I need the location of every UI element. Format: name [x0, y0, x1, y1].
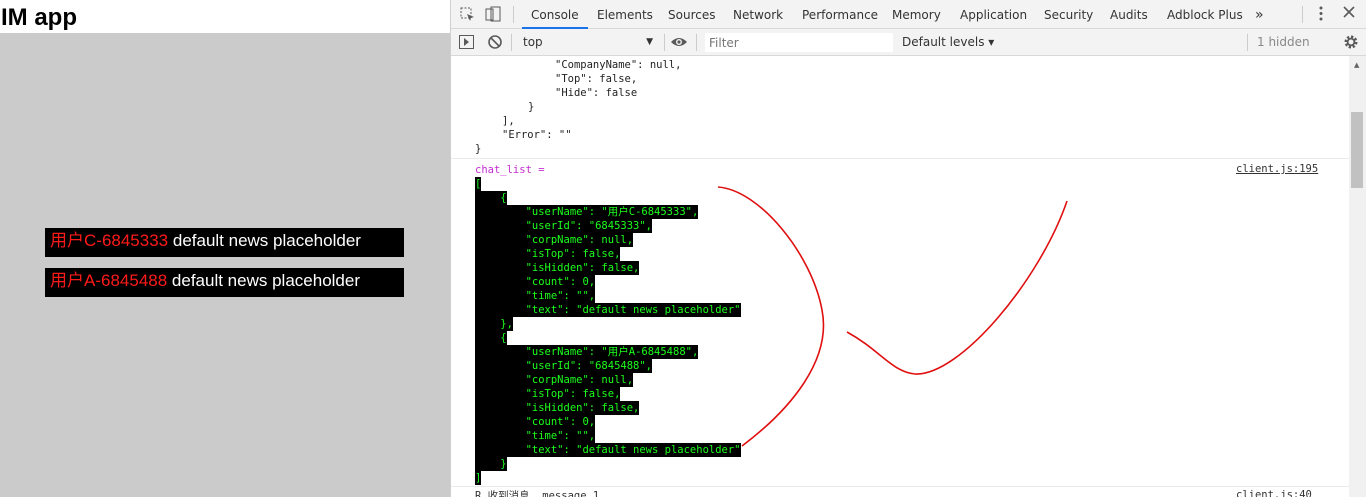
tab-adblock-plus[interactable]: Adblock Plus	[1167, 0, 1243, 29]
filter-input[interactable]	[705, 33, 893, 52]
devtools-tab-bar: Console Elements Sources Network Perform…	[451, 0, 1366, 29]
json-line: "isHidden": false,	[475, 261, 640, 275]
message-divider	[451, 486, 1351, 487]
json-line: "userName": "用户A-6845488",	[475, 345, 699, 359]
source-link[interactable]: client.js:195	[1236, 163, 1318, 175]
json-line: "userName": "用户C-6845333",	[475, 205, 699, 219]
tab-sources[interactable]: Sources	[668, 0, 715, 29]
close-icon[interactable]	[1343, 6, 1355, 22]
app-title: IM app	[0, 0, 450, 33]
tab-audits[interactable]: Audits	[1110, 0, 1148, 29]
toolbar-divider	[511, 34, 512, 51]
source-link[interactable]: client.js:40	[1236, 489, 1312, 497]
chat-message: default news placeholder	[171, 271, 360, 290]
device-toolbar-icon[interactable]	[485, 6, 501, 26]
console-output: "CompanyName": null, "Top": false, "Hide…	[451, 56, 1351, 497]
json-line: ]	[475, 471, 482, 485]
tab-memory[interactable]: Memory	[892, 0, 941, 29]
gear-icon[interactable]	[1343, 34, 1359, 54]
json-line: "count": 0,	[475, 415, 596, 429]
app-pane: IM app 用户C-6845333 default news placehol…	[0, 0, 450, 497]
console-line: ],	[502, 115, 515, 127]
toolbar-divider	[696, 34, 697, 51]
clear-console-icon[interactable]	[488, 35, 502, 53]
devtools-panel: Console Elements Sources Network Perform…	[450, 0, 1366, 497]
json-line: "isHidden": false,	[475, 401, 640, 415]
more-tabs-icon[interactable]: »	[1255, 0, 1264, 29]
json-line: "userId": "6845333",	[475, 219, 653, 233]
json-line: "time": "",	[475, 429, 596, 443]
json-line: "corpName": null,	[475, 233, 634, 247]
toolbar-divider	[1302, 6, 1303, 23]
console-line: "Hide": false	[555, 87, 638, 99]
json-line: "isTop": false,	[475, 387, 621, 401]
json-line: "isTop": false,	[475, 247, 621, 261]
json-line: "text": "default news placeholder"	[475, 303, 741, 317]
inspect-element-icon[interactable]	[460, 7, 475, 26]
hidden-count: 1 hidden	[1257, 35, 1310, 49]
chat-username: 用户A-6845488	[50, 271, 168, 290]
console-line: }	[528, 101, 535, 113]
json-line: "userId": "6845488",	[475, 359, 653, 373]
json-line: "text": "default news placeholder"	[475, 443, 741, 457]
console-toolbar: top ▼ Default levels ▾ 1 hidden	[451, 29, 1366, 56]
log-levels-dropdown[interactable]: Default levels ▾	[902, 29, 994, 56]
tab-elements[interactable]: Elements	[597, 0, 653, 29]
console-line: }	[475, 143, 482, 155]
scrollbar-thumb[interactable]	[1351, 112, 1363, 188]
toolbar-divider	[513, 6, 514, 23]
kebab-menu-icon[interactable]	[1319, 6, 1323, 25]
sidebar-toggle-icon[interactable]	[459, 35, 474, 53]
chat-username: 用户C-6845333	[50, 231, 169, 250]
context-select[interactable]: top ▼	[515, 32, 655, 52]
json-line: {	[475, 191, 507, 205]
console-scrollbar[interactable]: ▲	[1349, 56, 1366, 497]
json-line: "time": "",	[475, 289, 596, 303]
console-line: "Error": ""	[502, 129, 572, 141]
tab-security[interactable]: Security	[1044, 0, 1093, 29]
tab-network[interactable]: Network	[733, 0, 783, 29]
chevron-down-icon: ▼	[646, 37, 653, 47]
message-divider	[451, 158, 1351, 159]
log-message: R 收到消息 message 1	[475, 490, 600, 497]
tab-application[interactable]: Application	[960, 0, 1027, 29]
tab-console[interactable]: Console	[522, 0, 588, 29]
toolbar-divider	[664, 34, 665, 51]
json-line: }	[475, 457, 507, 471]
console-line: "CompanyName": null,	[555, 59, 682, 71]
json-line: {	[475, 331, 507, 345]
chat-list-item[interactable]: 用户C-6845333 default news placeholder	[45, 228, 404, 257]
console-line: "Top": false,	[555, 73, 638, 85]
eye-icon[interactable]	[670, 35, 688, 53]
chat-list-item[interactable]: 用户A-6845488 default news placeholder	[45, 268, 404, 297]
json-line: [	[475, 177, 482, 191]
json-line: "count": 0,	[475, 275, 596, 289]
chat-message: default news placeholder	[172, 231, 361, 250]
log-label: chat_list =	[475, 164, 545, 176]
json-line: },	[475, 317, 513, 331]
toolbar-divider	[1247, 34, 1248, 51]
tab-performance[interactable]: Performance	[802, 0, 878, 29]
context-value: top	[523, 35, 543, 49]
json-line: "corpName": null,	[475, 373, 634, 387]
scroll-up-icon[interactable]: ▲	[1354, 61, 1359, 69]
